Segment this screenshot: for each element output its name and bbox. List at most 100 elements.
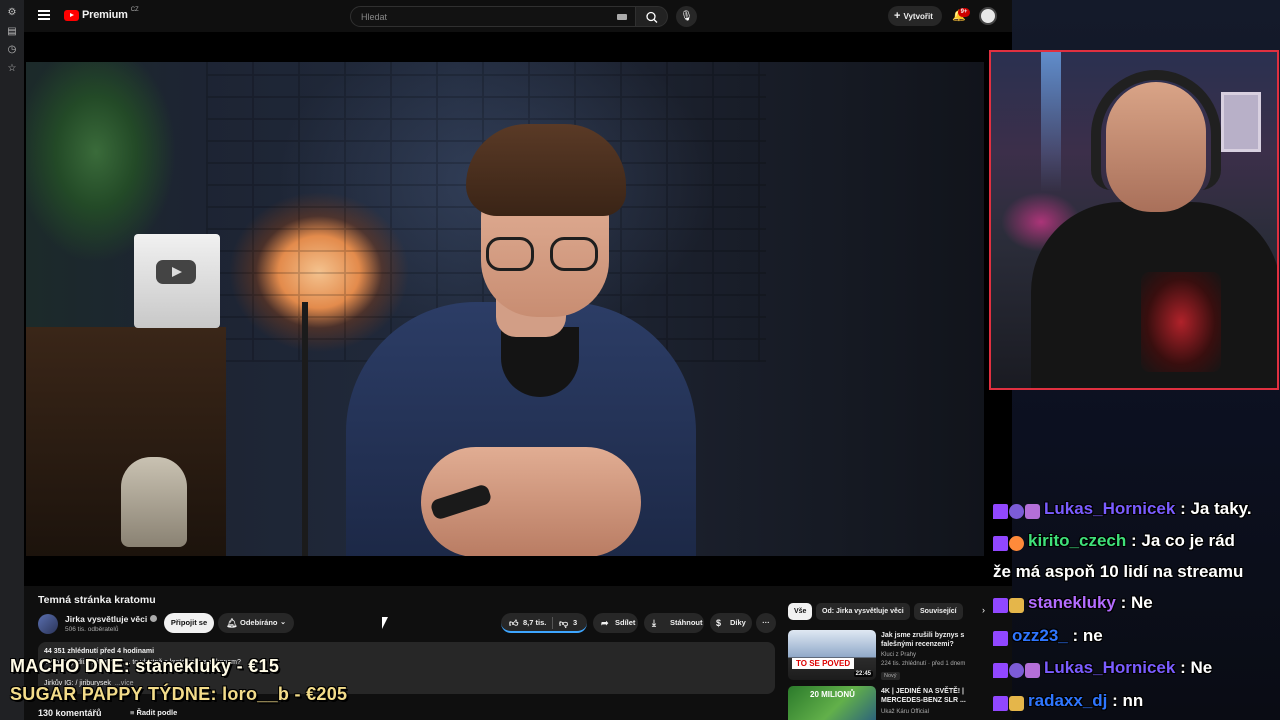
subscribed-button[interactable]: 🔔︎ Odebíráno ⌄: [218, 613, 294, 633]
screen: ⚙ ▤ ◷ ☆ Premium CZ Hledat 🎙 +Vytvořit 🔔 …: [0, 0, 1280, 720]
chat-text: Ne: [1190, 658, 1213, 677]
lamp-stand: [302, 302, 308, 556]
sort-label: Řadit podle: [136, 708, 178, 717]
chip-all[interactable]: Vše: [788, 603, 813, 620]
gift-badge-icon: [1025, 663, 1040, 679]
chat-badges: [993, 660, 1041, 680]
folder-icon[interactable]: ▤: [7, 27, 17, 37]
subscriber-count: 506 tis. odběratelů: [65, 626, 119, 633]
like-count[interactable]: 8,7 tis.: [523, 613, 546, 633]
chat-message: Lukas_Hornicek : Ja taky.: [993, 499, 1252, 521]
video-player[interactable]: [24, 32, 1012, 586]
create-button[interactable]: + Vytvořit: [888, 6, 942, 26]
channel-avatar[interactable]: [38, 614, 58, 634]
chat-username: Lukas_Hornicek: [1044, 499, 1176, 518]
channel-name[interactable]: Jirka vysvětluje věci: [65, 614, 147, 624]
twitch-badge-icon: [993, 663, 1008, 679]
recommended-title[interactable]: 4K | JEDINÉ NA SVĚTĚ! | MERCEDES-BENZ SL…: [881, 687, 977, 705]
video-duration: 22:45: [853, 671, 873, 677]
sort-comments-button[interactable]: ≡ Řadit podle: [130, 708, 177, 717]
plus-icon: +: [894, 10, 901, 22]
subscriber-badge-icon: [1009, 504, 1024, 520]
divider: [552, 617, 553, 629]
country-code: CZ: [130, 7, 139, 13]
chip-from-channel[interactable]: Od: Jirka vysvětluje věci: [816, 603, 910, 620]
more-actions-button[interactable]: ···: [756, 613, 776, 633]
download-label: Stáhnout: [670, 618, 703, 627]
search-button[interactable]: [636, 6, 668, 27]
history-icon[interactable]: ◷: [7, 45, 17, 55]
recommended-channel[interactable]: Ukaž Káru Official: [881, 709, 929, 715]
chat-username: ozz23_: [1012, 626, 1068, 645]
share-button[interactable]: ➦ Sdílet: [593, 613, 638, 633]
twitch-badge-icon: [993, 536, 1008, 552]
youtube-page: Premium CZ Hledat 🎙 +Vytvořit 🔔 9+: [24, 0, 1012, 720]
search-input[interactable]: Hledat: [350, 6, 636, 27]
chat-message-continued: že má aspoň 10 lidí na streamu: [993, 562, 1243, 582]
window-light: [1041, 52, 1061, 192]
chat-message: Lukas_Hornicek : Ne: [993, 658, 1212, 680]
chip-related[interactable]: Související: [914, 603, 963, 620]
thumbnail-text: TO SE POVED: [792, 658, 855, 669]
chat-text: Ja taky.: [1190, 499, 1252, 518]
chat-badges: [993, 533, 1025, 553]
tshirt-print: [1141, 272, 1221, 372]
recommended-title[interactable]: Jak jsme zrušili byznys s falešnými rece…: [881, 631, 977, 649]
account-avatar[interactable]: [979, 7, 997, 25]
chat-username: kirito_czech: [1028, 531, 1127, 550]
verified-icon: [150, 615, 158, 622]
chat-badges: [993, 595, 1025, 615]
thanks-label: Díky: [730, 618, 746, 627]
menu-icon[interactable]: [38, 10, 50, 20]
bell-icon: 🔔︎: [226, 618, 238, 628]
headset: [1091, 70, 1221, 190]
subscribed-label: Odebíráno: [240, 618, 278, 627]
mouse-cursor-icon: [382, 617, 388, 629]
glasses-right: [550, 237, 598, 271]
sugar-pappy-overlay: SUGAR PAPPY TÝDNE: loro__b - €205: [10, 684, 348, 704]
webcam-feed: [989, 50, 1279, 390]
twitch-badge-icon: [993, 696, 1008, 712]
download-button[interactable]: ⤓ Stáhnout: [644, 613, 704, 633]
youtube-logo[interactable]: Premium CZ: [64, 7, 139, 21]
chat-badges: [993, 501, 1041, 521]
new-badge: Nový: [881, 672, 900, 680]
voice-search-icon[interactable]: 🎙: [676, 6, 697, 27]
favorites-icon[interactable]: ☆: [7, 64, 17, 74]
join-button[interactable]: Připojit se: [164, 613, 214, 633]
chat-username: Lukas_Hornicek: [1044, 658, 1176, 677]
chat-username: stanekluky: [1028, 593, 1116, 612]
like-icon[interactable]: 👍︎: [509, 613, 518, 633]
share-icon: ➦: [601, 618, 609, 628]
dislike-count[interactable]: 3: [573, 613, 577, 633]
view-count-date: 44 351 zhlédnutí před 4 hodinami: [44, 648, 155, 655]
video-title: Temná stránka kratomu: [38, 594, 156, 606]
dislike-icon[interactable]: 👎︎: [559, 613, 568, 633]
chat-username: radaxx_dj: [1028, 691, 1108, 710]
chat-text: ne: [1082, 626, 1103, 645]
thumbnail-text: 20 MILIONŮ: [810, 690, 855, 699]
video-frame: [26, 62, 984, 556]
notifications-badge: 9+: [958, 8, 970, 17]
create-label: Vytvořit: [903, 12, 933, 21]
video-thumbnail[interactable]: TO SE POVED 22:45: [788, 630, 876, 680]
presenter-hair: [466, 124, 626, 216]
recommended-video[interactable]: TO SE POVED 22:45 Jak jsme zrušili byzny…: [788, 630, 1008, 682]
thanks-button[interactable]: $ Díky: [710, 613, 752, 633]
recommended-video[interactable]: 20 MILIONŮ 4K | JEDINÉ NA SVĚTĚ! | MERCE…: [788, 686, 1008, 720]
glasses-left: [486, 237, 534, 271]
masthead: Premium CZ Hledat 🎙 +Vytvořit 🔔 9+: [24, 0, 1012, 32]
award-play-icon: [156, 260, 196, 284]
search-icon: [646, 11, 658, 23]
channel-name-row[interactable]: Jirka vysvětluje věci: [65, 614, 158, 624]
thanks-icon: $: [716, 618, 722, 628]
video-thumbnail[interactable]: 20 MILIONŮ: [788, 686, 876, 720]
chevron-right-icon[interactable]: ›: [982, 605, 985, 615]
logo-text: Premium: [82, 9, 128, 21]
wall-picture: [1221, 92, 1261, 152]
recommended-channel[interactable]: Kluci z Prahy: [881, 652, 916, 658]
chat-badges: [993, 693, 1025, 713]
keyboard-icon[interactable]: [617, 14, 627, 20]
extensions-icon[interactable]: ⚙: [7, 8, 17, 18]
share-label: Sdílet: [615, 618, 636, 627]
